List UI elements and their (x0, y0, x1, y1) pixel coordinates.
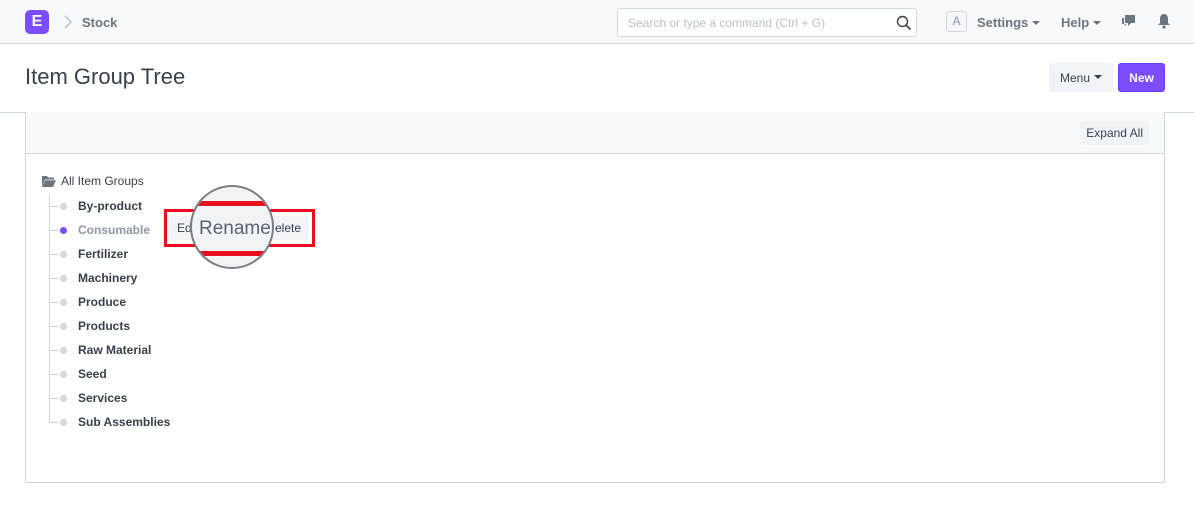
rename-button[interactable]: Rename (199, 218, 271, 240)
tree-node-label: Fertilizer (78, 247, 129, 261)
breadcrumb-stock[interactable]: Stock (82, 15, 117, 30)
tree-toolbar: Expand All (26, 112, 1164, 154)
search-icon[interactable] (896, 15, 912, 31)
folder-open-icon (42, 176, 56, 187)
new-button[interactable]: New (1118, 63, 1165, 92)
tree-node-label: Machinery (78, 271, 138, 285)
chat-icon[interactable] (1121, 13, 1137, 29)
tree-node-label: Raw Material (78, 343, 152, 357)
magnifier: Rename (190, 185, 274, 269)
caret-down-icon (1032, 20, 1041, 25)
search-input[interactable] (618, 9, 888, 36)
navbar: E Stock A Settings Help (0, 0, 1194, 44)
tree-line (49, 194, 50, 422)
tree-node-label: Consumable (78, 223, 151, 237)
search-bar (617, 8, 917, 37)
tree-node-label: Produce (78, 295, 127, 309)
app-logo[interactable]: E (25, 10, 49, 34)
caret-down-icon (1094, 75, 1103, 80)
avatar[interactable]: A (946, 11, 967, 32)
settings-label: Settings (977, 15, 1029, 30)
menu-button[interactable]: Menu (1049, 63, 1113, 92)
caret-down-icon (1093, 20, 1102, 25)
tree-root-label: All Item Groups (61, 174, 144, 188)
menu-label: Menu (1059, 70, 1091, 85)
tree-node-label: Seed (78, 367, 107, 381)
page-title: Item Group Tree (25, 64, 186, 89)
tree-node-label: Sub Assemblies (78, 415, 171, 429)
help-label: Help (1061, 15, 1090, 30)
tree-node-label: Services (78, 391, 128, 405)
tree-node-label: Products (78, 319, 131, 333)
help-dropdown[interactable]: Help (1061, 15, 1102, 30)
expand-all-button[interactable]: Expand All (1080, 121, 1149, 145)
tree-node-label: By-product (78, 199, 142, 213)
bell-icon[interactable] (1157, 13, 1171, 29)
tree-panel: Expand All All Item Groups (25, 112, 1165, 483)
chevron-right-icon (64, 15, 73, 29)
settings-dropdown[interactable]: Settings (977, 15, 1041, 30)
